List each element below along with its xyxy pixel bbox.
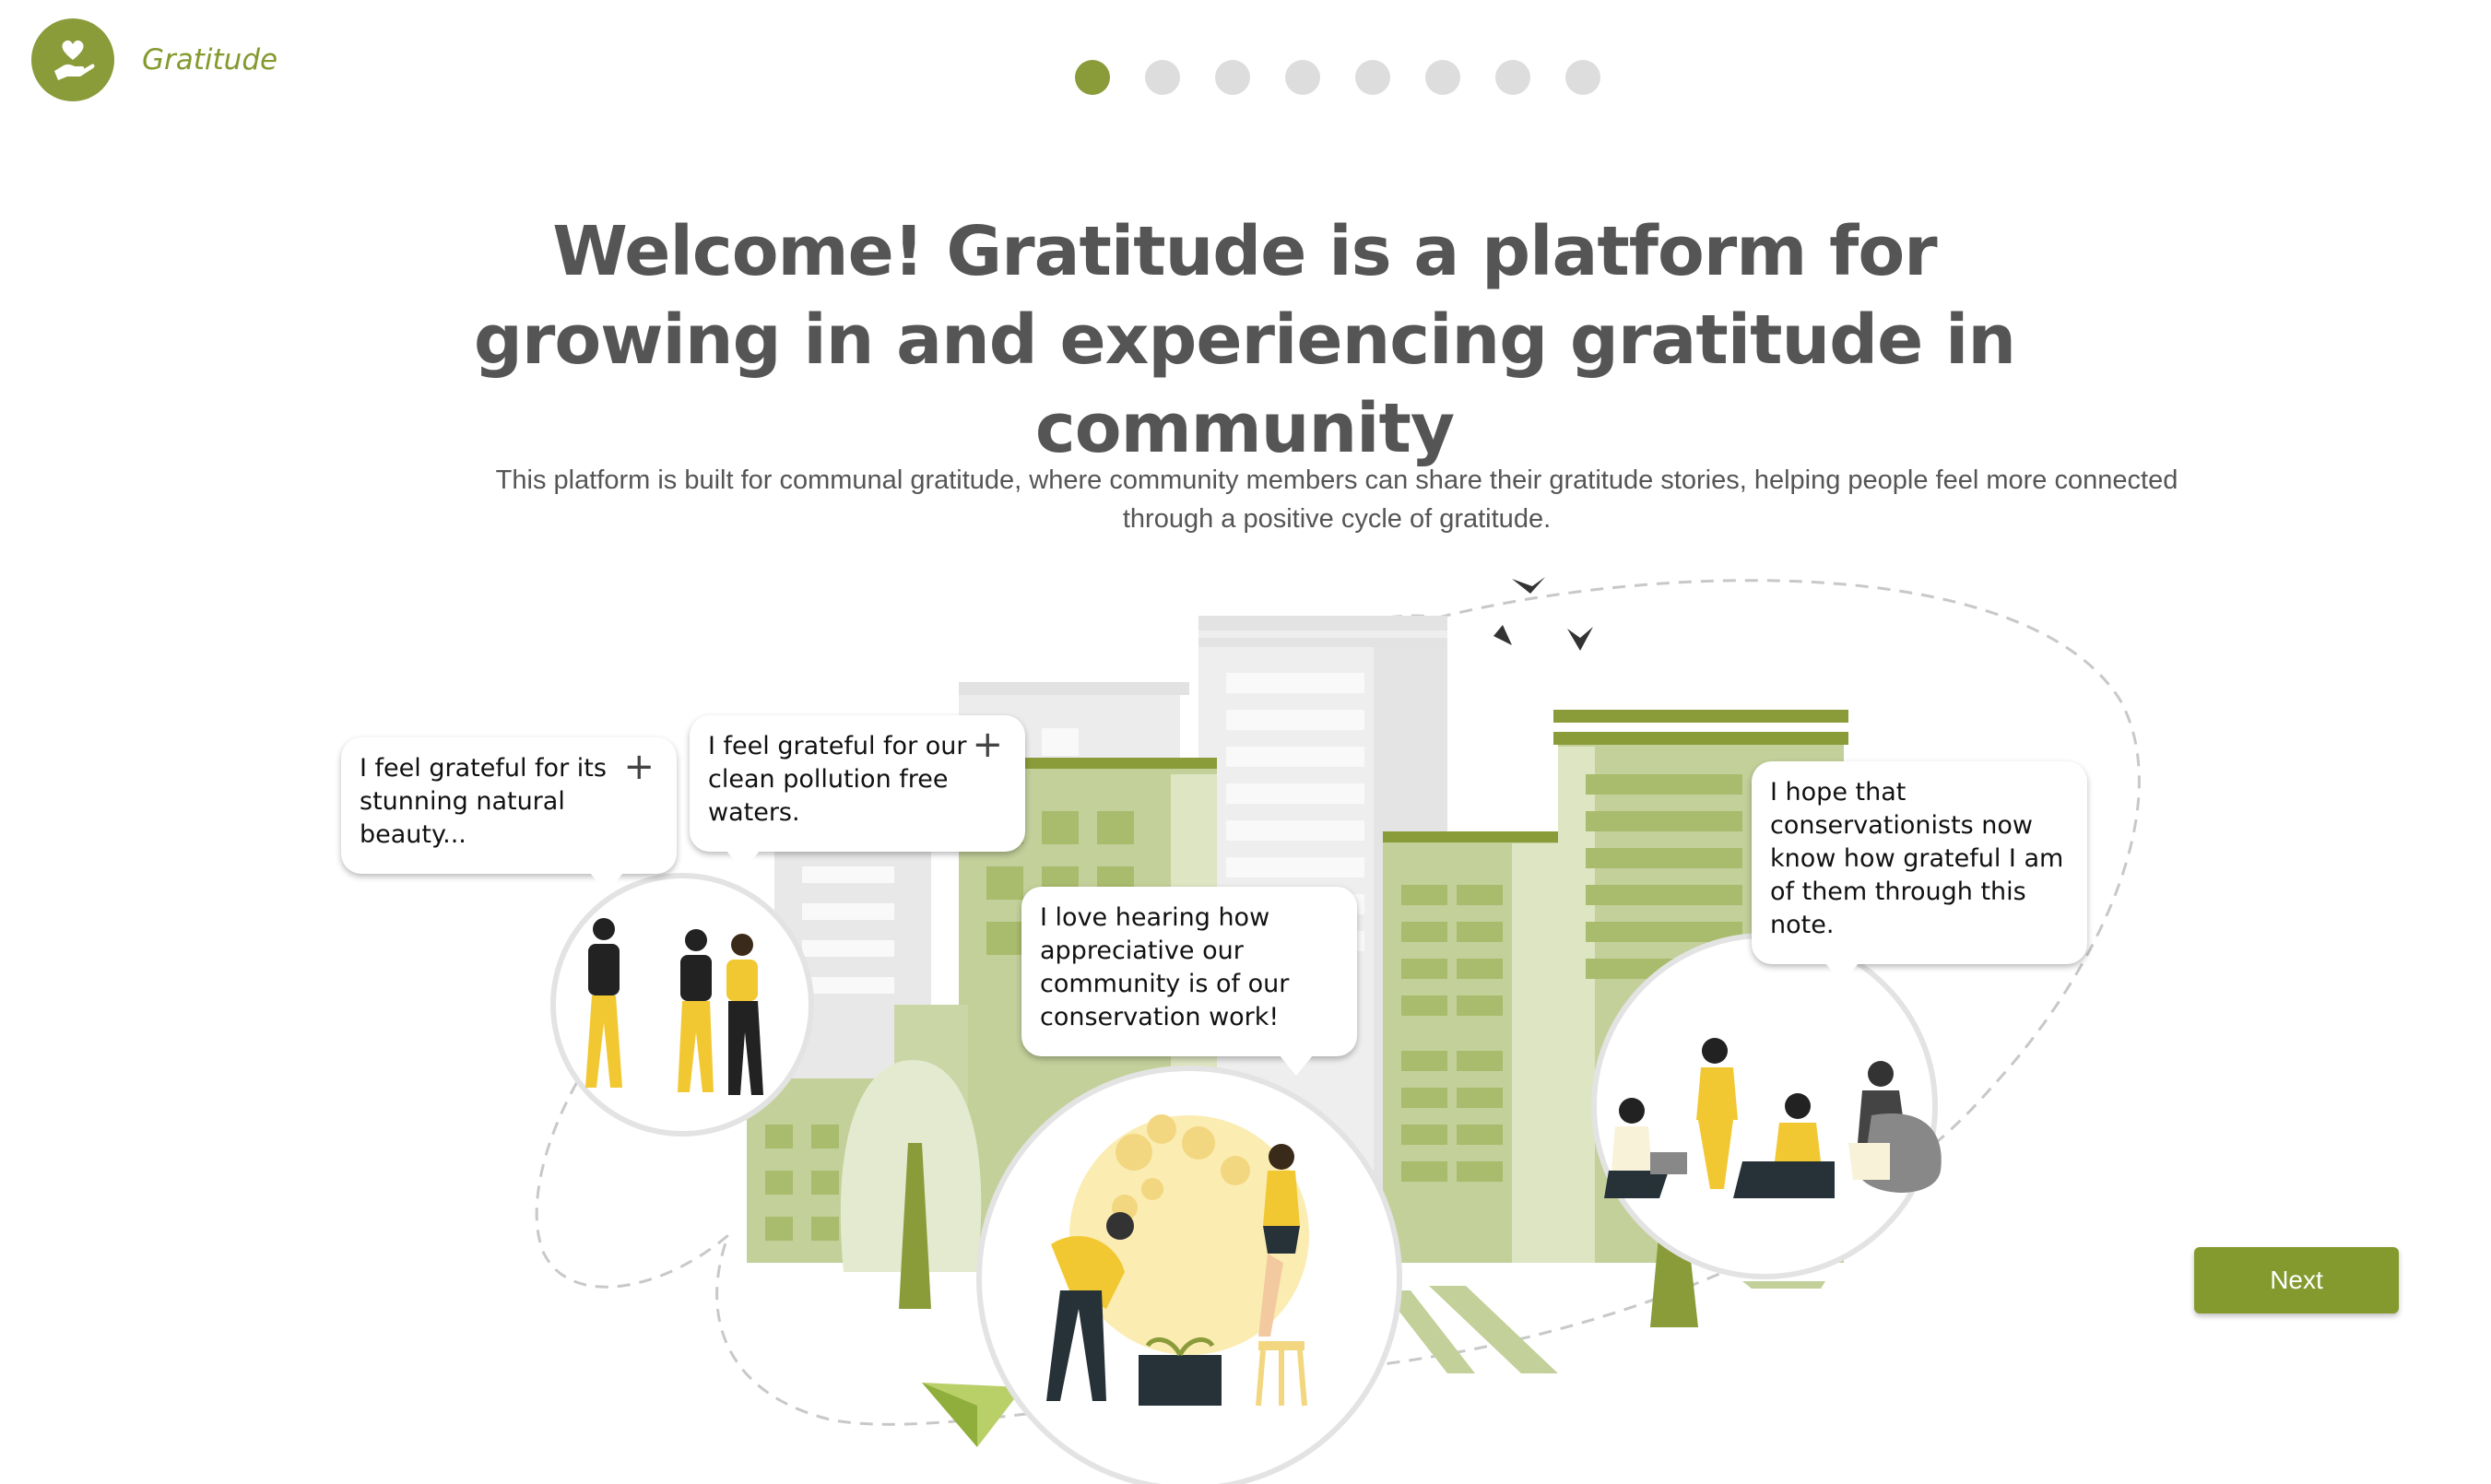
gratitude-note-2-text: I feel grateful for our clean pollution …	[708, 732, 967, 827]
plus-icon[interactable]: +	[623, 748, 655, 785]
gratitude-note-1[interactable]: I feel grateful for its stunning natural…	[341, 737, 677, 893]
gratitude-note-3[interactable]: I love hearing how appreciative our comm…	[1021, 887, 1357, 1076]
gratitude-note-2[interactable]: I feel grateful for our clean pollution …	[690, 715, 1025, 871]
gratitude-note-1-text: I feel grateful for its stunning natural…	[360, 754, 607, 849]
gratitude-note-4-text: I hope that conservationists now know ho…	[1770, 778, 2064, 939]
gratitude-note-3-text: I love hearing how appreciative our comm…	[1040, 903, 1290, 1031]
plus-icon[interactable]: +	[972, 726, 1003, 763]
next-button[interactable]: Next	[2194, 1247, 2399, 1313]
gratitude-note-4[interactable]: I hope that conservationists now know ho…	[1752, 761, 2087, 983]
